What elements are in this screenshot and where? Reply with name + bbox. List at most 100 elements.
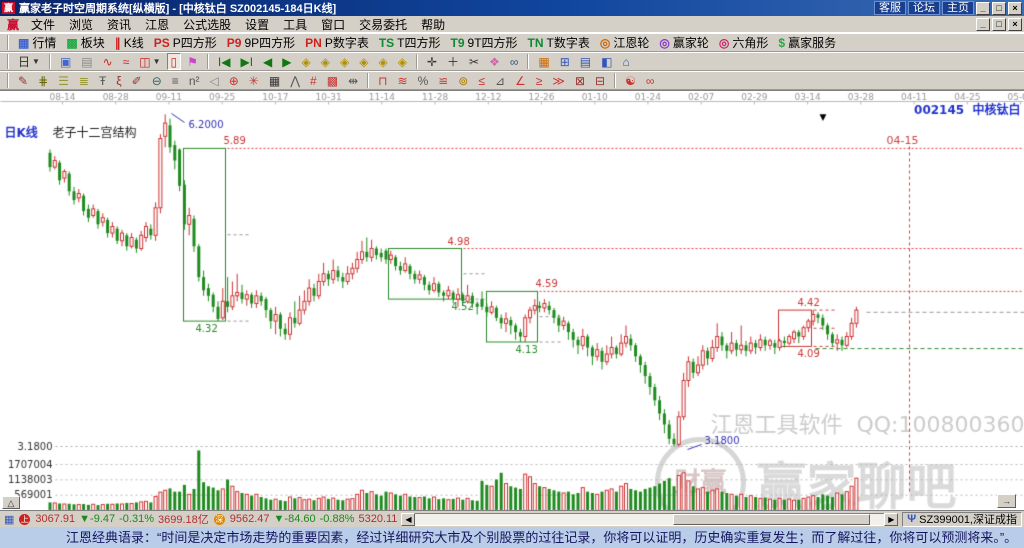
child-close-button[interactable]: × [1008,17,1022,31]
nav-tool-21[interactable]: ✛ [423,53,441,70]
titlebar-link-2[interactable]: 主页 [942,1,974,15]
nav-tool-12[interactable]: ◀ [259,53,276,70]
scrollbar-track[interactable] [415,512,885,526]
toolbar-button-六角形[interactable]: ◎ 六角形 [715,34,773,51]
nav-tool-29[interactable]: ▤ [576,53,595,70]
nav-tool-13[interactable]: ▶ [278,53,295,70]
toolbar-button-T数字表[interactable]: TN T数字表 [524,34,594,51]
nav-tool-31[interactable]: ⌂ [618,53,633,70]
nav-tool-10[interactable]: I◀ [214,53,235,70]
nav-tool-14[interactable]: ◈ [298,53,315,70]
toolbar-button-T四方形[interactable]: TS T四方形 [375,34,445,51]
restore-button[interactable]: □ [992,1,1006,15]
scrollbar-thumb[interactable] [673,513,871,525]
menu-item-工具[interactable]: 工具 [276,15,314,34]
draw-tool-12[interactable]: ✳ [245,72,263,89]
horizontal-scrollbar[interactable]: ◀ ▶ [401,512,899,527]
nav-tool-19[interactable]: ◈ [394,53,411,70]
nav-tool-27[interactable]: ▦ [534,53,553,70]
nav-tool-5[interactable]: ≈ [119,53,134,70]
nav-tool-7[interactable]: ▯ [166,53,182,70]
draw-tool-2[interactable]: ☰ [54,72,73,89]
draw-tool-25[interactable]: ⊿ [491,72,509,89]
draw-tool-20[interactable]: ≋ [394,72,412,89]
kline-chart-canvas[interactable] [0,91,1024,511]
draw-tool-29[interactable]: ⊠ [571,72,589,89]
toolbar-button-9P四方形[interactable]: P9 9P四方形 [223,34,299,51]
draw-tool-23[interactable]: ⊚ [454,72,472,89]
nav-tool-24[interactable]: ❖ [485,53,504,70]
draw-tool-24[interactable]: ≤ [474,72,489,89]
nav-tool-22[interactable]: ＋ [443,53,463,70]
toolbar-button-P四方形[interactable]: PS P四方形 [150,34,221,51]
nav-tool-15[interactable]: ◈ [317,53,334,70]
draw-tool-28[interactable]: ≫ [548,72,569,89]
draw-tool-19[interactable]: ⊓ [374,72,391,89]
toolbar-button-P数字表[interactable]: PN P数字表 [301,34,373,51]
toolbar-button-江恩轮[interactable]: ◎ 江恩轮 [596,34,654,51]
current-index-panel[interactable]: Ψ SZ399001,深证成指 [902,511,1022,527]
toolbar-button-行情[interactable]: ▦ 行情 [14,34,60,51]
draw-tool-1[interactable]: ⋕ [34,72,52,89]
scroll-right-arrow[interactable]: ▶ [884,512,899,526]
draw-tool-17[interactable]: ⇹ [344,72,362,89]
menu-item-文件[interactable]: 文件 [24,15,62,34]
draw-tool-32[interactable]: ☯ [621,72,640,89]
nav-tool-25[interactable]: ∞ [506,53,523,70]
titlebar-link-0[interactable]: 客服 [874,1,906,15]
close-button[interactable]: × [1008,1,1022,15]
draw-tool-4[interactable]: Ŧ [95,72,110,89]
nav-tool-11[interactable]: ▶I [236,53,257,70]
nav-tool-23[interactable]: ✂ [465,53,483,70]
nav-tool-28[interactable]: ⊞ [556,53,574,70]
nav-tool-8[interactable]: ⚑ [183,53,202,70]
scroll-right-button[interactable]: → [997,494,1016,508]
draw-tool-14[interactable]: ⋀ [286,72,304,89]
child-minimize-button[interactable]: _ [976,17,990,31]
menu-item-交易委托[interactable]: 交易委托 [352,15,414,34]
nav-tool-18[interactable]: ◈ [374,53,391,70]
draw-tool-15[interactable]: # [306,72,321,89]
draw-tool-5[interactable]: ξ [112,72,125,89]
nav-tool-0[interactable]: 日 ▼ [14,53,44,70]
toolbar-button-9T四方形[interactable]: T9 9T四方形 [447,34,522,51]
menu-item-窗口[interactable]: 窗口 [314,15,352,34]
draw-tool-0[interactable]: ✎ [14,72,32,89]
nav-tool-2[interactable]: ▣ [56,53,75,70]
draw-tool-3[interactable]: ≣ [75,72,93,89]
menu-item-帮助[interactable]: 帮助 [414,15,452,34]
menu-item-浏览[interactable]: 浏览 [62,15,100,34]
draw-tool-7[interactable]: ⊖ [148,72,166,89]
nav-tool-17[interactable]: ◈ [355,53,372,70]
draw-tool-11[interactable]: ⊕ [225,72,243,89]
draw-tool-10[interactable]: ◁ [205,72,222,89]
draw-tool-30[interactable]: ⊟ [591,72,609,89]
scroll-left-arrow[interactable]: ◀ [401,512,416,526]
titlebar-link-1[interactable]: 论坛 [908,1,940,15]
sse-index-icon[interactable]: 上 [19,513,31,525]
draw-tool-16[interactable]: ▩ [323,72,342,89]
draw-tool-13[interactable]: ▦ [265,72,284,89]
nav-tool-3[interactable]: ▤ [77,53,96,70]
toolbar-button-K线[interactable]: ∥ K线 [111,34,148,51]
menu-item-设置[interactable]: 设置 [238,15,276,34]
menu-item-江恩[interactable]: 江恩 [138,15,176,34]
toolbar-button-板块[interactable]: ▩ 板块 [62,34,108,51]
draw-tool-9[interactable]: n² [185,72,204,89]
draw-tool-21[interactable]: % [414,72,433,89]
minimize-button[interactable]: _ [976,1,990,15]
menu-item-公式选股[interactable]: 公式选股 [176,15,238,34]
szse-index-icon[interactable]: 深 [213,513,225,525]
nav-tool-30[interactable]: ◧ [597,53,616,70]
draw-tool-22[interactable]: ≌ [434,72,452,89]
draw-tool-8[interactable]: ≡ [168,72,183,89]
draw-tool-6[interactable]: ✐ [128,72,146,89]
draw-tool-27[interactable]: ≥ [532,72,547,89]
draw-tool-33[interactable]: ∞ [642,72,659,89]
menu-item-资讯[interactable]: 资讯 [100,15,138,34]
nav-tool-6[interactable]: ◫ ▼ [135,53,164,70]
child-restore-button[interactable]: □ [992,17,1006,31]
nav-tool-16[interactable]: ◈ [336,53,353,70]
grid-view-icon[interactable]: ▦ [4,513,14,526]
draw-tool-26[interactable]: ∠ [511,72,530,89]
